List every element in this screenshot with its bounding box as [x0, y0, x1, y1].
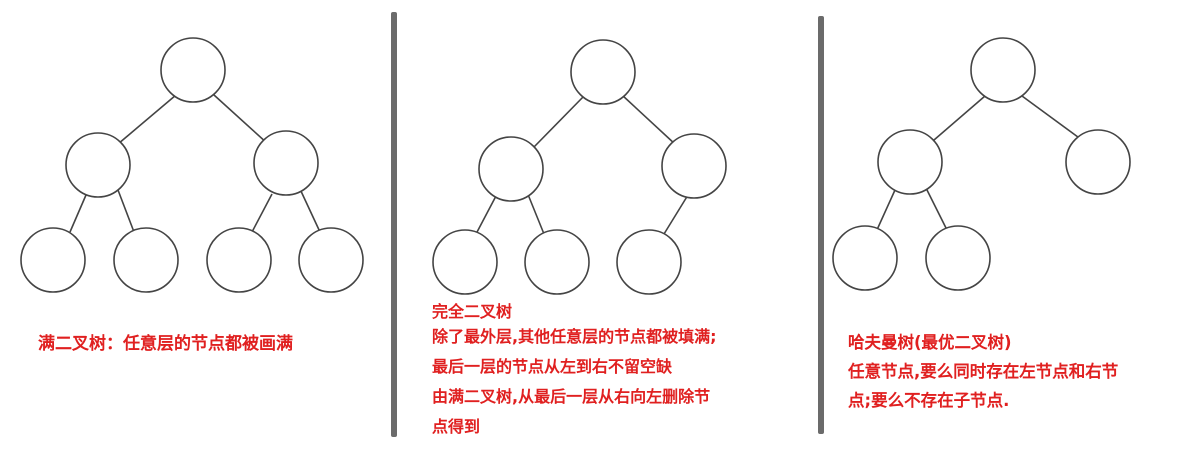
- tree-node: [478, 136, 544, 202]
- tree-node: [253, 130, 319, 196]
- tree-edge: [933, 95, 986, 141]
- panel-divider: [391, 12, 397, 437]
- tree-node: [524, 229, 590, 295]
- tree-edge: [69, 194, 87, 233]
- caption-line: 完全二叉树: [432, 302, 513, 321]
- caption-line: 任意节点,要么同时存在左节点和右节: [848, 362, 1119, 381]
- caption-line: 由满二叉树,从最后一层从右向左删除节: [432, 387, 711, 406]
- tree-node: [661, 133, 727, 199]
- caption-line: 除了最外层,其他任意层的节点都被填满;: [432, 327, 717, 346]
- tree-node: [1065, 129, 1131, 195]
- tree-node: [925, 225, 991, 291]
- tree-edge: [925, 187, 949, 233]
- caption-line: 满二叉树：任意层的节点都被画满: [38, 334, 293, 354]
- complete-binary-tree-caption: 完全二叉树 除了最外层,其他任意层的节点都被填满; 最后一层的节点从左到右不留空…: [432, 302, 716, 442]
- caption-line: 点得到: [432, 417, 481, 436]
- tree-node: [616, 229, 682, 295]
- huffman-tree-caption: 哈夫曼树(最优二叉树) 任意节点,要么同时存在左节点和右节 点;要么不存在子节点…: [848, 328, 1118, 415]
- huffman-tree: [832, 37, 1131, 291]
- tree-node: [113, 227, 179, 293]
- tree-node: [65, 132, 131, 198]
- tree-edge: [621, 94, 677, 146]
- tree-node: [160, 37, 226, 103]
- panel-divider: [818, 16, 824, 434]
- tree-node: [570, 39, 636, 105]
- tree-node: [432, 229, 498, 295]
- tree-edge: [663, 194, 689, 235]
- tree-node: [970, 37, 1036, 103]
- tree-edge: [299, 188, 321, 233]
- caption-line: 点;要么不存在子节点.: [848, 391, 1010, 410]
- tree-node: [877, 129, 943, 195]
- tree-edge: [251, 193, 273, 233]
- tree-edge: [526, 191, 545, 235]
- tree-edge: [875, 189, 896, 233]
- tree-node: [832, 225, 898, 291]
- full-binary-tree-caption: 满二叉树：任意层的节点都被画满: [38, 330, 293, 359]
- tree-node: [20, 227, 86, 293]
- tree-node: [206, 227, 272, 293]
- caption-line: 最后一层的节点从左到右不留空缺: [432, 357, 673, 376]
- tree-edge: [475, 195, 497, 235]
- complete-binary-tree: [432, 39, 727, 295]
- tree-node: [298, 227, 364, 293]
- tree-edge: [117, 189, 135, 233]
- full-binary-tree: [20, 37, 364, 293]
- caption-line: 哈夫曼树(最优二叉树): [848, 333, 1012, 352]
- tree-edge: [213, 94, 269, 145]
- tree-edge: [117, 94, 177, 145]
- tree-edge: [1021, 95, 1083, 141]
- tree-edge: [533, 95, 585, 148]
